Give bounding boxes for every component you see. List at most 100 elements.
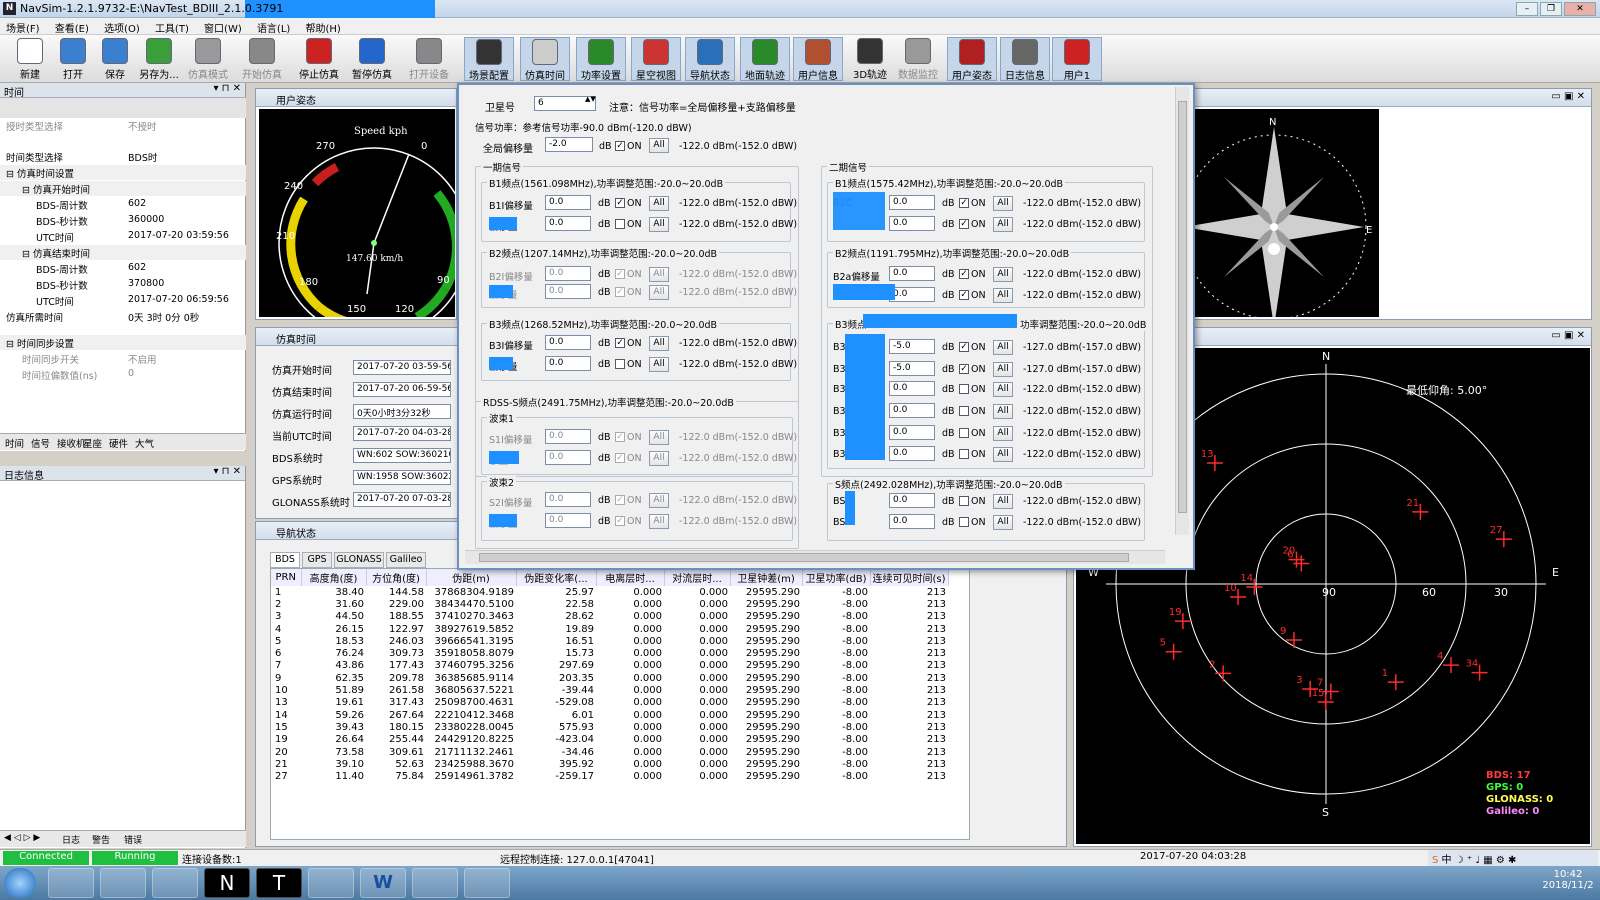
table-row[interactable]: 19 26.64 255.44 24429120.8225 -423.04 0.000 0.… [271, 734, 948, 746]
on-checkbox[interactable]: ✓ [615, 198, 625, 208]
log-panel-close-icon[interactable]: ▾ ⊓ ✕ [213, 466, 241, 477]
power-dialog-hscroll[interactable] [465, 550, 1165, 564]
skyview-window-controls-icon[interactable]: ▭ ▣ ✕ [1551, 330, 1585, 341]
time-prop-value[interactable]: 370800 [128, 278, 164, 289]
offset-value-field[interactable]: 0.0 [889, 403, 935, 418]
maximize-button[interactable]: ❐ [1540, 2, 1562, 16]
all-button[interactable]: All [649, 336, 669, 351]
toolbar-button-5[interactable]: 开始仿真 [237, 37, 287, 81]
close-button[interactable]: ✕ [1564, 2, 1596, 16]
on-checkbox[interactable]: ✓ [615, 287, 625, 297]
on-checkbox[interactable] [959, 496, 969, 506]
time-prop-value[interactable]: 不启用 [128, 352, 157, 366]
all-button[interactable]: All [993, 267, 1013, 282]
on-checkbox[interactable]: ✓ [959, 269, 969, 279]
offset-value-field[interactable]: 0.0 [545, 195, 591, 210]
on-checkbox[interactable]: ✓ [615, 338, 625, 348]
table-row[interactable]: 15 39.43 180.15 23380228.0045 575.93 0.000 0.0… [271, 721, 948, 733]
time-prop-value[interactable]: 602 [128, 262, 146, 273]
toolbar-button-9[interactable]: 场景配置 [464, 37, 514, 82]
table-row[interactable]: 2 31.60 229.00 38434470.5100 22.58 0.000 0.000… [271, 598, 948, 610]
offset-value-field[interactable]: 0.0 [545, 356, 591, 371]
nav-column-header[interactable]: 连续可见时间(s) [870, 569, 949, 586]
nav-tab-galileo[interactable]: Galileo [386, 552, 426, 568]
offset-value-field[interactable]: 0.0 [545, 492, 591, 507]
tab-warning[interactable]: 警告 [92, 833, 110, 846]
power-dialog-vscroll[interactable] [1175, 87, 1189, 535]
taskbar-word-icon[interactable]: W [360, 868, 406, 898]
time-tab-2[interactable]: 接收机 [57, 436, 86, 450]
time-prop-value[interactable]: 0 [128, 368, 134, 379]
log-nav-arrows-icon[interactable]: ◀ ◁ ▷ ▶ [4, 833, 40, 843]
toolbar-button-3[interactable]: 另存为... [134, 37, 184, 81]
toolbar-button-11[interactable]: 功率设置 [576, 37, 626, 82]
time-tab-3[interactable]: 星座 [83, 436, 102, 450]
offset-value-field[interactable]: 0.0 [889, 216, 935, 231]
all-button[interactable]: All [993, 426, 1013, 441]
time-prop-value[interactable]: 602 [128, 198, 146, 209]
all-button[interactable]: All [649, 451, 669, 466]
offset-value-field[interactable]: 0.0 [889, 493, 935, 508]
all-button[interactable]: All [993, 340, 1013, 355]
taskbar-t-icon[interactable]: T [256, 868, 302, 898]
on-checkbox[interactable] [615, 219, 625, 229]
toolbar-button-19[interactable]: 日志信息 [1000, 37, 1050, 82]
sat-spinner-icon[interactable]: ▲▼ [585, 96, 596, 103]
on-checkbox[interactable]: ✓ [615, 516, 625, 526]
offset-value-field[interactable]: 0.0 [545, 335, 591, 350]
all-button[interactable]: All [649, 430, 669, 445]
on-checkbox[interactable]: ✓ [959, 219, 969, 229]
all-button[interactable]: All [993, 447, 1013, 462]
time-prop-value[interactable]: 2017-07-20 03:59:56 [128, 230, 229, 241]
table-row[interactable]: 9 62.35 209.78 36385685.9114 203.35 0.000 0.00… [271, 672, 948, 684]
nav-column-header[interactable]: 高度角(度) [301, 569, 367, 586]
toolbar-button-13[interactable]: 导航状态 [685, 37, 735, 82]
offset-value-field[interactable]: 0.0 [889, 425, 935, 440]
all-button[interactable]: All [993, 217, 1013, 232]
all-button[interactable]: All [993, 362, 1013, 377]
offset-value-field[interactable]: 0.0 [889, 195, 935, 210]
taskbar-ie-icon[interactable] [100, 868, 146, 898]
all-button[interactable]: All [649, 196, 669, 211]
nav-tab-bds[interactable]: BDS [270, 552, 300, 568]
offset-value-field[interactable]: -5.0 [889, 361, 935, 376]
on-checkbox[interactable]: ✓ [615, 495, 625, 505]
on-checkbox[interactable]: ✓ [959, 290, 969, 300]
all-button[interactable]: All [993, 196, 1013, 211]
table-row[interactable]: 20 73.58 309.61 21711132.2461 -34.46 0.000 0.0… [271, 746, 948, 758]
offset-value-field[interactable]: 0.0 [545, 266, 591, 281]
on-checkbox[interactable]: ✓ [959, 364, 969, 374]
tab-log[interactable]: 日志 [62, 833, 80, 846]
table-row[interactable]: 1 38.40 144.58 37868304.9189 25.97 0.000 0.000… [271, 586, 948, 598]
on-checkbox[interactable] [959, 384, 969, 394]
table-row[interactable]: 27 11.40 75.84 25914961.3782 -259.17 0.000 0.0… [271, 770, 948, 782]
start-button[interactable] [4, 868, 36, 898]
on-checkbox[interactable] [959, 449, 969, 459]
on-checkbox[interactable] [959, 406, 969, 416]
table-row[interactable]: 7 43.86 177.43 37460795.3256 297.69 0.000 0.00… [271, 660, 948, 672]
taskbar-navsim-icon[interactable]: N [204, 868, 250, 898]
table-row[interactable]: 3 44.50 188.55 37410270.3463 28.62 0.000 0.000… [271, 611, 948, 623]
toolbar-button-8[interactable]: 打开设备 [404, 37, 454, 81]
global-all-button[interactable]: All [649, 138, 669, 153]
all-button[interactable]: All [993, 288, 1013, 303]
global-offset-field[interactable]: -2.0 [545, 137, 593, 152]
on-checkbox[interactable]: ✓ [615, 432, 625, 442]
time-tab-5[interactable]: 大气 [135, 436, 154, 450]
minimize-button[interactable]: – [1516, 2, 1538, 16]
offset-value-field[interactable]: 0.0 [889, 514, 935, 529]
on-checkbox[interactable] [615, 359, 625, 369]
table-row[interactable]: 21 39.10 52.63 23425988.3670 395.92 0.000 0.00… [271, 758, 948, 770]
toolbar-button-18[interactable]: 用户姿态 [947, 37, 997, 82]
nav-column-header[interactable]: 对流层时... [664, 569, 731, 586]
all-button[interactable]: All [993, 382, 1013, 397]
toolbar-button-2[interactable]: 保存 [90, 37, 140, 81]
table-row[interactable]: 5 18.53 246.03 39666541.3195 16.51 0.000 0.000… [271, 635, 948, 647]
taskbar-tool-icon[interactable] [308, 868, 354, 898]
toolbar-button-20[interactable]: 用户1 [1052, 37, 1102, 82]
taskbar-java-icon[interactable] [412, 868, 458, 898]
all-button[interactable]: All [649, 493, 669, 508]
tab-error[interactable]: 错误 [124, 833, 142, 846]
offset-value-field[interactable]: 0.0 [889, 266, 935, 281]
offset-value-field[interactable]: 0.0 [545, 513, 591, 528]
